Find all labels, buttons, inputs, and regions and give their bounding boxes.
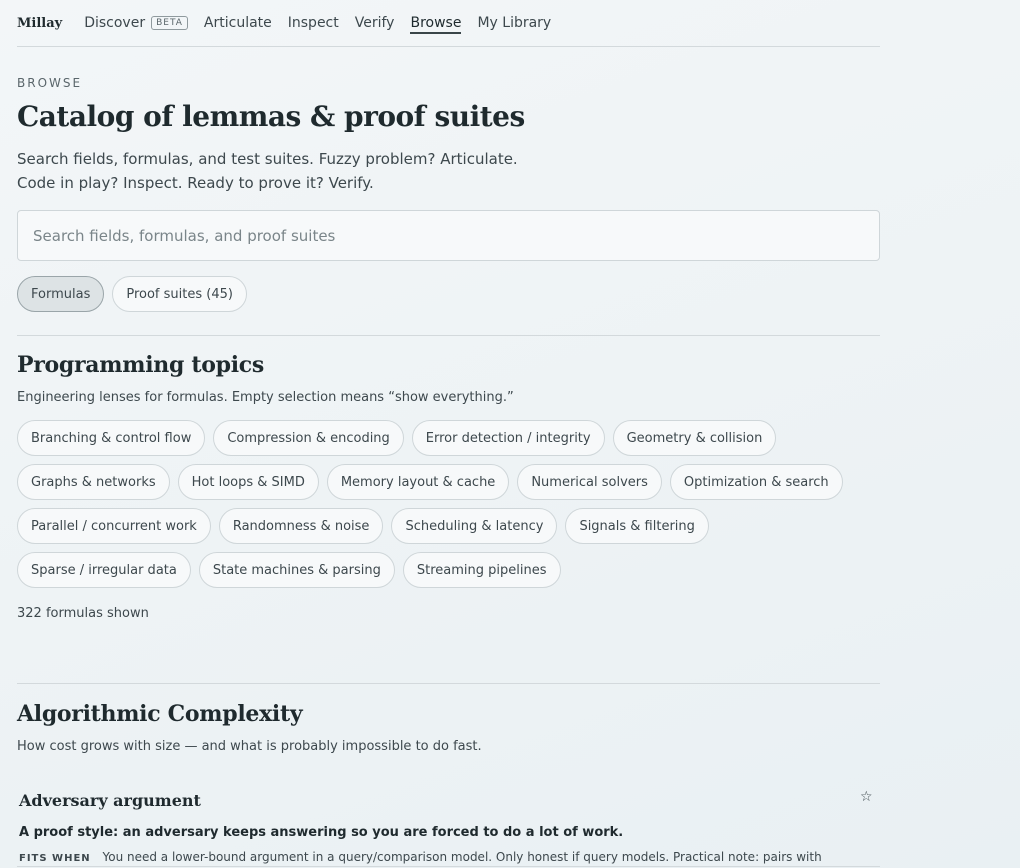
- nav-articulate[interactable]: Articulate: [204, 0, 272, 46]
- topic-chip[interactable]: Sparse / irregular data: [17, 552, 191, 588]
- tab-formulas[interactable]: Formulas: [17, 276, 105, 312]
- page-subtitle: Search fields, formulas, and test suites…: [17, 147, 577, 195]
- formula-card-fits: FITS WHEN You need a lower-bound argumen…: [19, 850, 879, 864]
- topic-chip[interactable]: Randomness & noise: [218, 508, 384, 544]
- topic-chip[interactable]: Memory layout & cache: [326, 464, 510, 500]
- card-divider: [17, 866, 880, 867]
- topic-chip[interactable]: Compression & encoding: [213, 420, 404, 456]
- topic-chip[interactable]: Geometry & collision: [612, 420, 777, 456]
- brand-logo[interactable]: Millay: [17, 16, 62, 31]
- formula-card-summary: A proof style: an adversary keeps answer…: [19, 825, 624, 840]
- section-heading: Algorithmic Complexity: [17, 701, 303, 727]
- beta-badge: BETA: [151, 16, 188, 30]
- formula-card-title[interactable]: Adversary argument: [19, 791, 201, 810]
- topic-filter-list: Branching & control flow Compression & e…: [17, 420, 880, 588]
- topic-chip[interactable]: State machines & parsing: [198, 552, 395, 588]
- topic-chip[interactable]: Scheduling & latency: [391, 508, 558, 544]
- page-eyebrow: BROWSE: [17, 76, 83, 90]
- fits-when-label: FITS WHEN: [19, 853, 91, 864]
- nav-discover[interactable]: Discover BETA: [84, 0, 188, 46]
- topics-description: Engineering lenses for formulas. Empty s…: [17, 390, 514, 405]
- topic-chip[interactable]: Optimization & search: [669, 464, 843, 500]
- topic-chip[interactable]: Graphs & networks: [17, 464, 170, 500]
- topic-chip[interactable]: Streaming pipelines: [402, 552, 561, 588]
- top-nav: Millay Discover BETA Articulate Inspect …: [17, 0, 880, 47]
- topic-chip[interactable]: Branching & control flow: [17, 420, 206, 456]
- subtitle-line-1: Search fields, formulas, and test suites…: [17, 150, 518, 168]
- topic-chip[interactable]: Hot loops & SIMD: [177, 464, 319, 500]
- nav-discover-label: Discover: [84, 15, 146, 31]
- nav-my-library[interactable]: My Library: [477, 0, 551, 46]
- nav-verify[interactable]: Verify: [355, 0, 395, 46]
- topic-chip[interactable]: Error detection / integrity: [411, 420, 605, 456]
- page: Millay Discover BETA Articulate Inspect …: [17, 0, 880, 867]
- divider: [17, 683, 880, 684]
- star-outline-icon[interactable]: ☆: [860, 789, 873, 805]
- search-input[interactable]: [17, 210, 880, 261]
- topic-chip[interactable]: Signals & filtering: [565, 508, 709, 544]
- topic-chip[interactable]: Parallel / concurrent work: [17, 508, 211, 544]
- divider: [17, 335, 880, 336]
- subtitle-line-2: Code in play? Inspect. Ready to prove it…: [17, 174, 374, 192]
- topic-chip[interactable]: Numerical solvers: [517, 464, 662, 500]
- results-count: 322 formulas shown: [17, 606, 149, 621]
- content-type-tabs: Formulas Proof suites (45): [17, 276, 247, 312]
- page-title: Catalog of lemmas & proof suites: [17, 100, 525, 133]
- tab-proof-suites[interactable]: Proof suites (45): [112, 276, 247, 312]
- nav-browse[interactable]: Browse: [410, 0, 461, 46]
- fits-when-text: You need a lower-bound argument in a que…: [102, 850, 822, 864]
- section-description: How cost grows with size — and what is p…: [17, 739, 482, 754]
- nav-inspect[interactable]: Inspect: [288, 0, 339, 46]
- topics-heading: Programming topics: [17, 352, 264, 378]
